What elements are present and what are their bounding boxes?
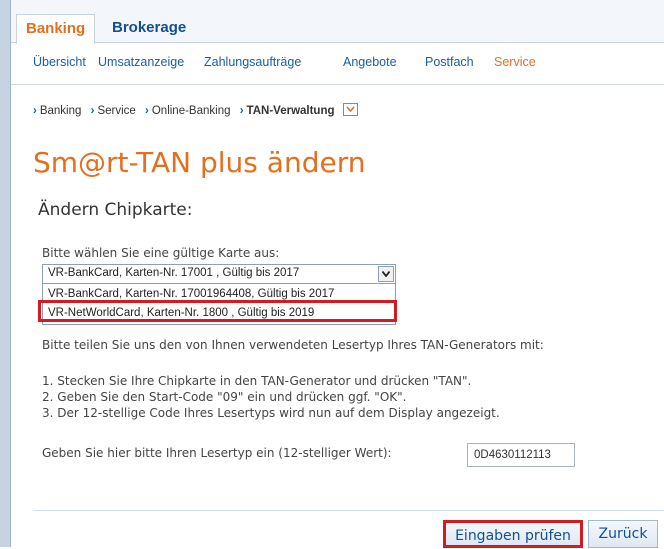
subnav-item-umsatzanzeige[interactable]: Umsatzanzeige bbox=[98, 55, 184, 69]
subnav-item-angebote[interactable]: Angebote bbox=[343, 55, 397, 69]
tab-brokerage[interactable]: Brokerage bbox=[103, 14, 195, 42]
section-title: Ändern Chipkarte: bbox=[38, 200, 193, 220]
breadcrumb-arrow-icon: › bbox=[145, 104, 149, 117]
select-dropdown-button[interactable] bbox=[378, 266, 394, 282]
breadcrumb-tan-verwaltung: TAN-Verwaltung bbox=[246, 104, 335, 117]
subnav-item-uebersicht[interactable]: Übersicht bbox=[33, 55, 86, 69]
subnav-divider bbox=[11, 84, 664, 85]
breadcrumb-arrow-icon: › bbox=[90, 104, 95, 117]
window-frame-border bbox=[10, 0, 11, 547]
subnav-item-zahlungsauftraege[interactable]: Zahlungsaufträge bbox=[204, 55, 301, 69]
subnav-item-service[interactable]: Service bbox=[494, 55, 536, 69]
page-title: Sm@rt-TAN plus ändern bbox=[33, 146, 366, 179]
tab-banking[interactable]: Banking bbox=[16, 14, 96, 44]
card-select-value: VR-BankCard, Karten-Nr. 17001 , Gültig b… bbox=[48, 267, 300, 279]
chevron-down-icon bbox=[382, 271, 390, 277]
lesertyp-input[interactable]: 0D4630112113 bbox=[467, 443, 575, 467]
breadcrumb-online-banking[interactable]: Online-Banking bbox=[152, 105, 231, 117]
back-button[interactable]: Zurück bbox=[588, 520, 658, 548]
breadcrumb: › Banking › Service › Online-Banking › TAN-V… bbox=[33, 103, 358, 117]
breadcrumb-arrow-icon: › bbox=[33, 104, 37, 117]
footer-divider bbox=[33, 510, 664, 511]
breadcrumb-dropdown-button[interactable] bbox=[342, 103, 358, 116]
breadcrumb-arrow-icon: › bbox=[239, 104, 244, 117]
highlight-marker bbox=[38, 300, 397, 322]
chevron-down-icon bbox=[345, 106, 355, 112]
breadcrumb-service[interactable]: Service bbox=[97, 105, 135, 117]
instruction-step: 3. Der 12-stellige Code Ihres Lesertyps … bbox=[42, 406, 500, 420]
instructions-intro: Bitte teilen Sie uns den von Ihnen verwe… bbox=[42, 338, 544, 352]
check-input-button[interactable]: Eingaben prüfen bbox=[443, 520, 583, 548]
lesertyp-label: Geben Sie hier bitte Ihren Lesertyp ein … bbox=[42, 446, 392, 460]
card-select-label: Bitte wählen Sie eine gültige Karte aus: bbox=[42, 246, 280, 260]
card-option[interactable]: VR-BankCard, Karten-Nr. 17001964408, Gül… bbox=[48, 288, 334, 300]
instruction-step: 2. Geben Sie den Start-Code "09" ein und… bbox=[42, 390, 407, 404]
subnav-item-postfach[interactable]: Postfach bbox=[425, 55, 474, 69]
window-frame-left bbox=[0, 0, 10, 547]
card-select[interactable]: VR-BankCard, Karten-Nr. 17001 , Gültig b… bbox=[42, 264, 396, 284]
instruction-step: 1. Stecken Sie Ihre Chipkarte in den TAN… bbox=[42, 374, 472, 388]
breadcrumb-banking[interactable]: Banking bbox=[40, 105, 82, 117]
